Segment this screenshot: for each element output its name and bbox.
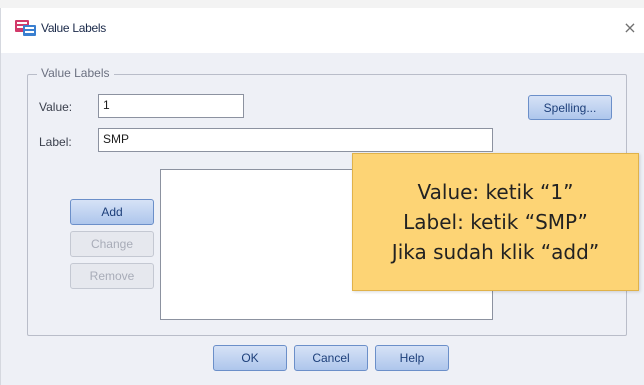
remove-button[interactable]: Remove (70, 263, 154, 289)
window-title: Value Labels (41, 21, 106, 35)
add-button[interactable]: Add (70, 199, 154, 225)
change-button[interactable]: Change (70, 231, 154, 257)
background-strip (0, 0, 644, 8)
value-label: Value: (39, 100, 73, 114)
callout-line-add: Jika sudah klik “add” (391, 240, 600, 264)
spelling-button[interactable]: Spelling... (528, 95, 612, 120)
help-button[interactable]: Help (375, 345, 449, 371)
cancel-button[interactable]: Cancel (294, 345, 368, 371)
callout-line-label: Label: ketik “SMP” (403, 210, 588, 234)
spss-app-icon (14, 18, 38, 38)
label-field[interactable]: SMP (98, 128, 493, 152)
title-bar: Value Labels × (1, 8, 644, 53)
value-field[interactable]: 1 (98, 94, 244, 118)
instruction-callout: Value: ketik “1” Label: ketik “SMP” Jika… (352, 153, 639, 291)
close-icon[interactable]: × (618, 16, 642, 40)
ok-button[interactable]: OK (213, 345, 287, 371)
callout-line-value: Value: ketik “1” (417, 180, 574, 204)
group-legend: Value Labels (37, 66, 114, 80)
label-label: Label: (39, 135, 72, 149)
